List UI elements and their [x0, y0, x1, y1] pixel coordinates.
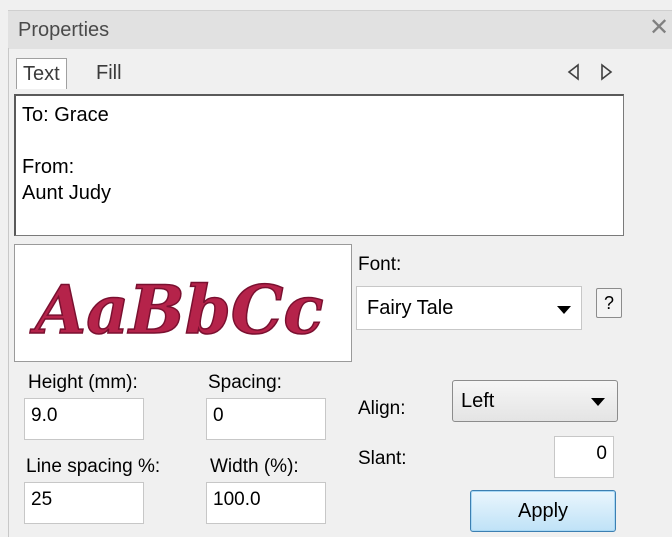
spacing-label: Spacing:	[208, 372, 282, 393]
height-input[interactable]: 9.0	[24, 398, 144, 440]
panel-titlebar: Properties ✕	[8, 10, 672, 49]
slant-input[interactable]: 0	[554, 436, 614, 478]
text-line: From:	[22, 156, 75, 178]
font-help-button[interactable]: ?	[596, 288, 622, 318]
font-preview-sample: AaBbCc	[28, 270, 324, 350]
align-label: Align:	[358, 398, 406, 419]
height-label: Height (mm):	[28, 372, 138, 393]
apply-button[interactable]: Apply	[470, 490, 616, 532]
line-spacing-label: Line spacing %:	[26, 456, 161, 477]
chevron-down-icon	[557, 306, 571, 314]
align-select[interactable]: Left	[452, 380, 618, 422]
width-label: Width (%):	[210, 456, 299, 477]
font-label: Font:	[358, 254, 402, 275]
font-select-value: Fairy Tale	[367, 297, 454, 319]
triangle-right-icon[interactable]	[598, 60, 618, 84]
text-line	[22, 128, 617, 154]
slant-label: Slant:	[358, 448, 407, 469]
font-preview-text: AaBbCc	[29, 271, 324, 349]
tab-text[interactable]: Text	[16, 58, 67, 89]
properties-panel: Properties ✕ Text Fill To: Grace From: A…	[0, 0, 672, 537]
chevron-down-icon	[591, 398, 605, 406]
align-select-value: Left	[461, 390, 495, 412]
panel-left-border	[8, 48, 9, 537]
panel-title: Properties	[18, 19, 110, 41]
triangle-left-icon[interactable]	[566, 60, 586, 84]
font-preview: AaBbCc	[14, 244, 352, 362]
text-line: Aunt Judy	[22, 182, 111, 204]
width-input[interactable]: 100.0	[206, 482, 326, 524]
spacing-input[interactable]: 0	[206, 398, 326, 440]
font-select[interactable]: Fairy Tale	[356, 286, 582, 330]
line-spacing-input[interactable]: 25	[24, 482, 144, 524]
tab-fill[interactable]: Fill	[90, 58, 128, 88]
close-icon[interactable]: ✕	[648, 15, 670, 41]
text-line: To: Grace	[22, 104, 109, 126]
text-content-input[interactable]: To: Grace From: Aunt Judy	[14, 94, 624, 236]
tab-bar: Text Fill	[8, 56, 672, 94]
